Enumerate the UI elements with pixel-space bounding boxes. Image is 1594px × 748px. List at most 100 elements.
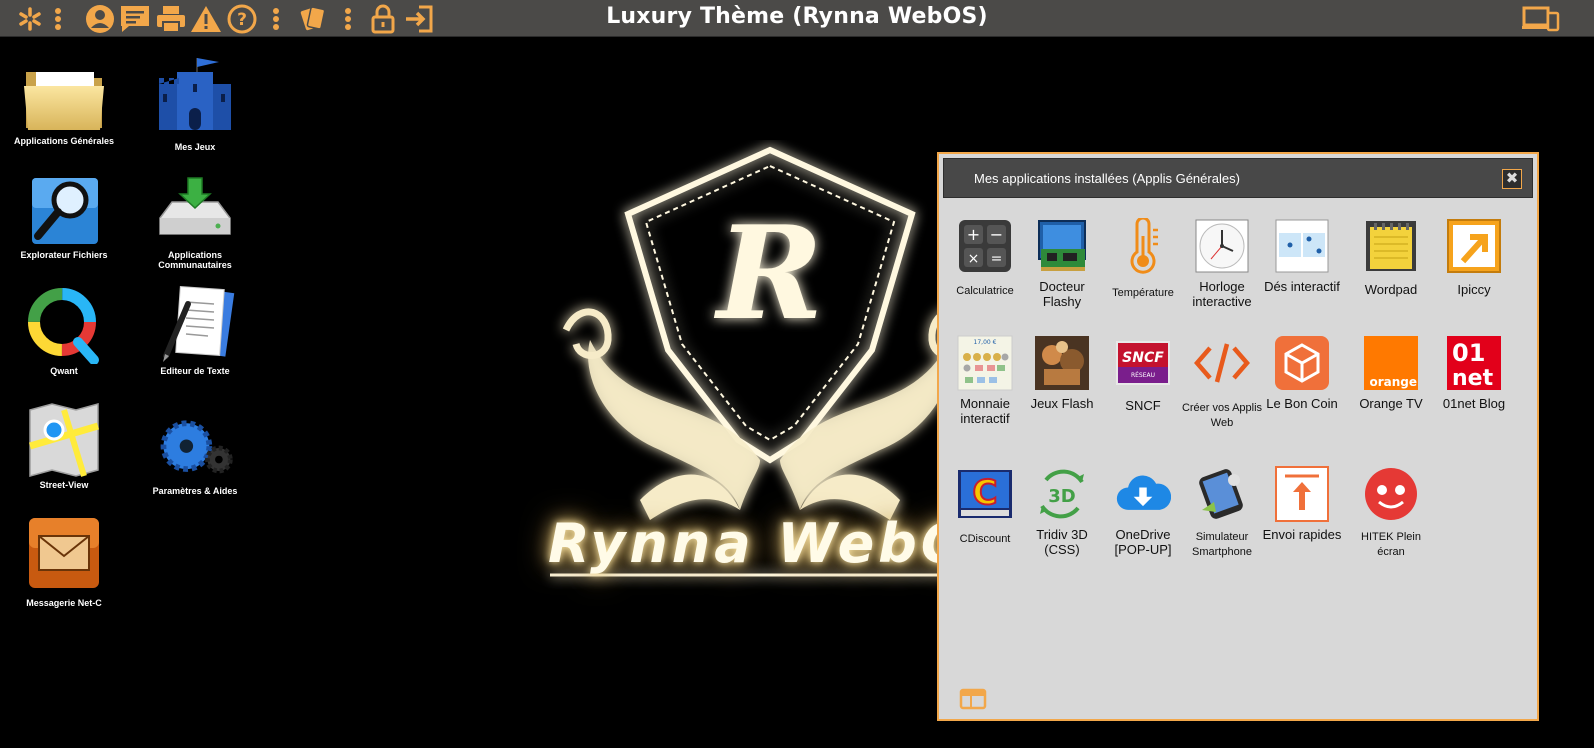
more-vertical-icon[interactable] [338,3,358,35]
sncf-icon: SNCF RÉSEAU [1115,335,1171,391]
app-label: Wordpad [1364,282,1418,297]
app-label: Tridiv 3D (CSS) [1036,527,1088,557]
desktop-item-parametres-aides[interactable]: Paramètres & Aides [135,406,255,496]
01net-badge-net: net [1452,366,1494,391]
warning-icon[interactable] [190,3,222,35]
svg-text:SNCF: SNCF [1122,350,1164,366]
desktop-item-street-view[interactable]: Street-View [4,400,124,490]
app-hitek-plein-ecran[interactable]: HITEK Plein écran [1349,466,1433,560]
svg-text:?: ? [237,10,247,30]
folder-icon [21,56,107,134]
app-label: Créer vos Applis Web [1181,402,1263,429]
desktop-label: Street-View [39,480,89,490]
app-des-interactif[interactable]: Dés interactif [1260,218,1344,294]
desktop-label: Messagerie Net-C [26,598,102,608]
app-label: CDiscount [959,533,1011,545]
desktop-label: Applications Communautaires [158,250,232,270]
app-label: Dés interactif [1264,279,1340,294]
coins-icon: 17,00 € [957,335,1013,391]
app-label: 01net Blog [1442,396,1506,411]
print-icon[interactable] [155,3,187,35]
upload-icon [1274,466,1330,522]
cdiscount-icon: C [957,466,1013,522]
cloud-download-icon [1115,466,1171,522]
app-tridiv-3d[interactable]: 3D Tridiv 3D (CSS) [1020,466,1104,557]
logo-letter: R [714,199,823,349]
app-label: Monnaie interactif [960,396,1010,426]
text-editor-icon [152,286,238,364]
more-vertical-icon[interactable] [48,3,68,35]
asterisk-icon[interactable] [14,3,46,35]
app-orange-tv[interactable]: orange Orange TV [1349,335,1433,411]
cards-icon[interactable] [297,3,329,35]
app-label: Horloge interactive [1192,279,1252,309]
app-cdiscount[interactable]: C CDiscount [943,466,1027,547]
calculator-icon: + − × = [957,218,1013,274]
help-icon[interactable]: ? [226,3,258,35]
window-header[interactable]: Mes applications installées (Applis Géné… [943,158,1533,198]
svg-text:−: − [990,225,1003,244]
app-label: OneDrive [POP-UP] [1114,527,1172,557]
gear-icon [152,406,238,484]
app-label: Envoi rapides [1262,527,1342,542]
app-label: SNCF [1125,398,1161,413]
desktop-item-messagerie-net-c[interactable]: Messagerie Net-C [4,514,124,608]
app-calculatrice[interactable]: + − × = Calculatrice [943,218,1027,299]
close-button[interactable]: ✖ [1502,169,1522,189]
app-sncf[interactable]: SNCF RÉSEAU SNCF [1101,335,1185,413]
01net-badge-01: 01 [1452,339,1485,367]
lock-icon[interactable] [367,3,399,35]
app-label: Le Bon Coin [1266,396,1338,411]
desktop-item-applications-communautaires[interactable]: Applications Communautaires [135,170,255,270]
clock-icon [1194,218,1250,274]
3d-icon: 3D [1034,466,1090,522]
app-temperature[interactable]: Température [1101,218,1185,301]
app-monnaie-interactif[interactable]: 17,00 € Monnaie interactif [943,335,1027,426]
desktop-item-qwant[interactable]: Qwant [4,286,124,376]
desktop-item-applications-generales[interactable]: Applications Générales [4,56,124,146]
app-label: Ipiccy [1457,282,1491,297]
window-header-title: Mes applications installées (Applis Géné… [974,171,1240,186]
ipiccy-icon [1446,218,1502,274]
desktop-item-explorateur-fichiers[interactable]: Explorateur Fichiers [4,170,124,260]
app-label: Calculatrice [956,285,1014,297]
app-label: Docteur Flashy [1039,279,1085,309]
app-simulateur-smartphone[interactable]: Simulateur Smartphone [1180,466,1264,560]
window-layout-icon[interactable] [959,688,987,715]
cdiscount-badge: C [973,473,998,513]
thermometer-icon [1115,218,1171,274]
app-docteur-flashy[interactable]: Docteur Flashy [1020,218,1104,309]
app-label: Jeux Flash [1030,396,1094,411]
code-icon [1194,335,1250,391]
tridiv-badge: 3D [1048,486,1075,507]
app-ipiccy[interactable]: Ipiccy [1432,218,1516,297]
circuit-board-icon [1034,218,1090,274]
desktop-label: Paramètres & Aides [152,486,238,496]
desktop-label: Applications Générales [13,136,115,146]
svg-text:=: = [991,251,1003,267]
app-jeux-flash[interactable]: Jeux Flash [1020,335,1104,411]
app-onedrive-popup[interactable]: OneDrive [POP-UP] [1101,466,1185,557]
svg-text:17,00 €: 17,00 € [974,339,997,346]
magnifier-icon [21,170,107,248]
desktop-item-mes-jeux[interactable]: Mes Jeux [135,56,255,152]
orange-icon: orange [1363,335,1419,391]
desktop-label: Mes Jeux [174,142,216,152]
app-horloge-interactive[interactable]: Horloge interactive [1180,218,1264,309]
applications-window: Mes applications installées (Applis Géné… [937,152,1539,721]
devices-icon[interactable] [1521,3,1561,35]
svg-text:RÉSEAU: RÉSEAU [1131,371,1155,379]
app-envoi-rapides[interactable]: Envoi rapides [1260,466,1344,542]
app-01net-blog[interactable]: 01 net 01net Blog [1432,335,1516,411]
desktop-item-editeur-de-texte[interactable]: Editeur de Texte [135,286,255,376]
app-wordpad[interactable]: Wordpad [1349,218,1433,297]
more-vertical-icon[interactable] [266,3,286,35]
app-le-bon-coin[interactable]: Le Bon Coin [1260,335,1344,411]
qwant-icon [21,286,107,364]
app-creer-vos-applis-web[interactable]: Créer vos Applis Web [1180,335,1264,431]
comment-icon[interactable] [119,3,151,35]
smartphone-icon [1194,466,1250,522]
sign-in-icon[interactable] [403,3,435,35]
user-icon[interactable] [84,3,116,35]
dice-icon [1274,218,1330,274]
